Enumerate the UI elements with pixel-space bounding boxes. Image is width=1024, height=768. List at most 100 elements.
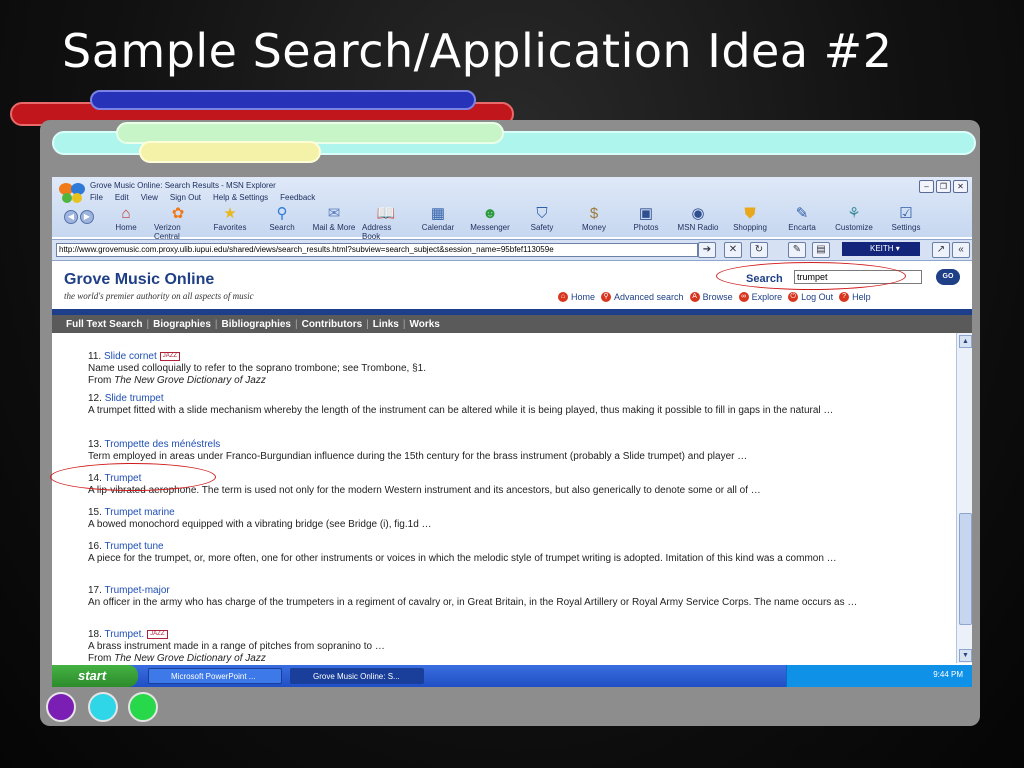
- menu-sign-out[interactable]: Sign Out: [170, 193, 201, 202]
- edit-icon[interactable]: ✎: [788, 242, 806, 258]
- grove-tabs: Full Text Search | Biographies | Bibliogra…: [52, 315, 972, 333]
- help-icon: ?: [839, 292, 850, 302]
- annotation-circle-search: [716, 262, 906, 290]
- result-item: 18. Trumpet. JAZZ A brass instrument made…: [88, 629, 928, 663]
- toolbar-photos[interactable]: ▣ Photos: [622, 205, 670, 241]
- result-source: The New Grove Dictionary of Jazz: [114, 375, 266, 386]
- toolbar-address-book[interactable]: 📖 Address Book: [362, 205, 410, 241]
- toolbar-mail[interactable]: ✉ Mail & More: [310, 205, 358, 241]
- money-icon: $: [589, 205, 599, 222]
- menu-feedback[interactable]: Feedback: [280, 193, 315, 202]
- decor-pill-yellow: [139, 141, 321, 163]
- expand-icon[interactable]: ↗: [932, 242, 950, 258]
- result-item: 15. Trumpet marine A bowed monochord equ…: [88, 507, 928, 531]
- result-item: 16. Trumpet tune A piece for the trumpet…: [88, 541, 928, 565]
- embedded-screenshot: Grove Music Online: Search Results - MSN…: [52, 177, 972, 687]
- nav-home[interactable]: ⌂ Home: [558, 292, 595, 302]
- tab-contributors[interactable]: Contributors: [302, 319, 363, 330]
- menu-edit[interactable]: Edit: [115, 193, 129, 202]
- refresh-icon[interactable]: ↻: [750, 242, 768, 258]
- msn-butterfly-icon: [59, 183, 85, 203]
- settings-icon: ☑: [899, 205, 913, 222]
- toolbar-messenger[interactable]: ☻ Messenger: [466, 205, 514, 241]
- grove-logo-title[interactable]: Grove Music Online: [64, 271, 214, 289]
- toolbar-customize[interactable]: ⚘ Customize: [830, 205, 878, 241]
- decor-pill-blue: [90, 90, 476, 110]
- nav-browse[interactable]: A Browse: [689, 292, 733, 302]
- stop-icon[interactable]: ✕: [724, 242, 742, 258]
- window-title: Grove Music Online: Search Results - MSN…: [90, 181, 276, 190]
- restore-button[interactable]: ❐: [936, 180, 951, 193]
- result-item: 17. Trumpet-major An officer in the army…: [88, 585, 928, 609]
- customize-icon: ⚘: [847, 205, 861, 222]
- camera-icon: ▣: [638, 205, 654, 222]
- result-description: An officer in the army who has charge of…: [88, 597, 858, 608]
- result-source: The New Grove Dictionary of Jazz: [114, 653, 266, 663]
- verizon-icon: ✿: [171, 205, 185, 222]
- results-scrollbar[interactable]: ▲ ▼: [956, 333, 972, 663]
- result-description: A piece for the trumpet, or, more often,…: [88, 553, 837, 564]
- menu-view[interactable]: View: [141, 193, 158, 202]
- result-link[interactable]: Slide trumpet: [105, 393, 164, 404]
- slide-title: Sample Search/Application Idea #2: [62, 24, 893, 78]
- result-link[interactable]: Trumpet-major: [105, 585, 170, 596]
- result-link[interactable]: Trompette des ménéstrels: [105, 439, 221, 450]
- result-item: 12. Slide trumpet A trumpet fitted with …: [88, 393, 928, 417]
- forward-icon[interactable]: ▶: [80, 210, 94, 224]
- decor-circle-purple: [46, 692, 76, 722]
- menu-help-settings[interactable]: Help & Settings: [213, 193, 268, 202]
- toolbar-calendar[interactable]: ▦ Calendar: [414, 205, 462, 241]
- menu-bar: File Edit View Sign Out Help & Settings …: [90, 193, 315, 202]
- nav-log-out[interactable]: ⏻ Log Out: [788, 292, 833, 302]
- tab-full-text-search[interactable]: Full Text Search: [66, 319, 143, 330]
- back-icon[interactable]: ◀: [64, 210, 78, 224]
- toolbar-shopping[interactable]: ⛊ Shopping: [726, 205, 774, 241]
- toolbar-msn-radio[interactable]: ◉ MSN Radio: [674, 205, 722, 241]
- minimize-button[interactable]: –: [919, 180, 934, 193]
- address-input[interactable]: http://www.grovemusic.com.proxy.ulib.iup…: [56, 243, 698, 257]
- toolbar-encarta[interactable]: ✎ Encarta: [778, 205, 826, 241]
- tab-bibliographies[interactable]: Bibliographies: [222, 319, 291, 330]
- toolbar-safety[interactable]: ⛉ Safety: [518, 205, 566, 241]
- result-description: A brass instrument made in a range of pi…: [88, 641, 385, 652]
- scroll-down-icon[interactable]: ▼: [959, 649, 972, 662]
- nav-help[interactable]: ? Help: [839, 292, 871, 302]
- nav-advanced-search[interactable]: ⚲ Advanced search: [601, 292, 684, 302]
- toolbar-settings[interactable]: ☑ Settings: [882, 205, 930, 241]
- tab-biographies[interactable]: Biographies: [153, 319, 211, 330]
- result-link[interactable]: Slide cornet: [104, 351, 157, 362]
- scroll-thumb[interactable]: [959, 513, 972, 625]
- print-icon[interactable]: ▤: [812, 242, 830, 258]
- task-grove-music[interactable]: Grove Music Online: S...: [290, 668, 424, 684]
- result-item: 13. Trompette des ménéstrels Term employ…: [88, 439, 928, 463]
- address-bar-row: http://www.grovemusic.com.proxy.ulib.iup…: [52, 239, 972, 261]
- search-results: 11. Slide cornet JAZZ Name used colloquia…: [52, 333, 956, 663]
- menu-file[interactable]: File: [90, 193, 103, 202]
- tab-works[interactable]: Works: [409, 319, 439, 330]
- result-link[interactable]: Trumpet marine: [105, 507, 175, 518]
- nav-explore[interactable]: ∞ Explore: [738, 292, 782, 302]
- result-item: 11. Slide cornet JAZZ Name used colloquia…: [88, 351, 928, 387]
- toolbar-favorites[interactable]: ★ Favorites: [206, 205, 254, 241]
- collapse-icon[interactable]: «: [952, 242, 970, 258]
- decor-circle-cyan: [88, 692, 118, 722]
- go-arrow-icon[interactable]: ➔: [698, 242, 716, 258]
- go-button[interactable]: GO: [936, 269, 960, 285]
- mail-icon: ✉: [327, 205, 341, 222]
- tab-links[interactable]: Links: [373, 319, 399, 330]
- task-powerpoint[interactable]: Microsoft PowerPoint ...: [148, 668, 282, 684]
- close-button[interactable]: ✕: [953, 180, 968, 193]
- user-badge[interactable]: KEITH ▾: [842, 242, 920, 256]
- system-tray: 9:44 PM: [786, 665, 972, 687]
- toolbar-verizon-central[interactable]: ✿ Verizon Central: [154, 205, 202, 241]
- result-description: A trumpet fitted with a slide mechanism …: [88, 405, 834, 416]
- windows-taskbar: start Microsoft PowerPoint ... Grove Mus…: [52, 665, 972, 687]
- explore-icon: ∞: [738, 292, 749, 302]
- scroll-up-icon[interactable]: ▲: [959, 335, 972, 348]
- toolbar-home[interactable]: ⌂ Home: [102, 205, 150, 241]
- toolbar-search[interactable]: ⚲ Search: [258, 205, 306, 241]
- result-link[interactable]: Trumpet tune: [105, 541, 164, 552]
- start-button[interactable]: start: [52, 665, 138, 687]
- toolbar-money[interactable]: $ Money: [570, 205, 618, 241]
- result-link[interactable]: Trumpet.: [105, 629, 145, 640]
